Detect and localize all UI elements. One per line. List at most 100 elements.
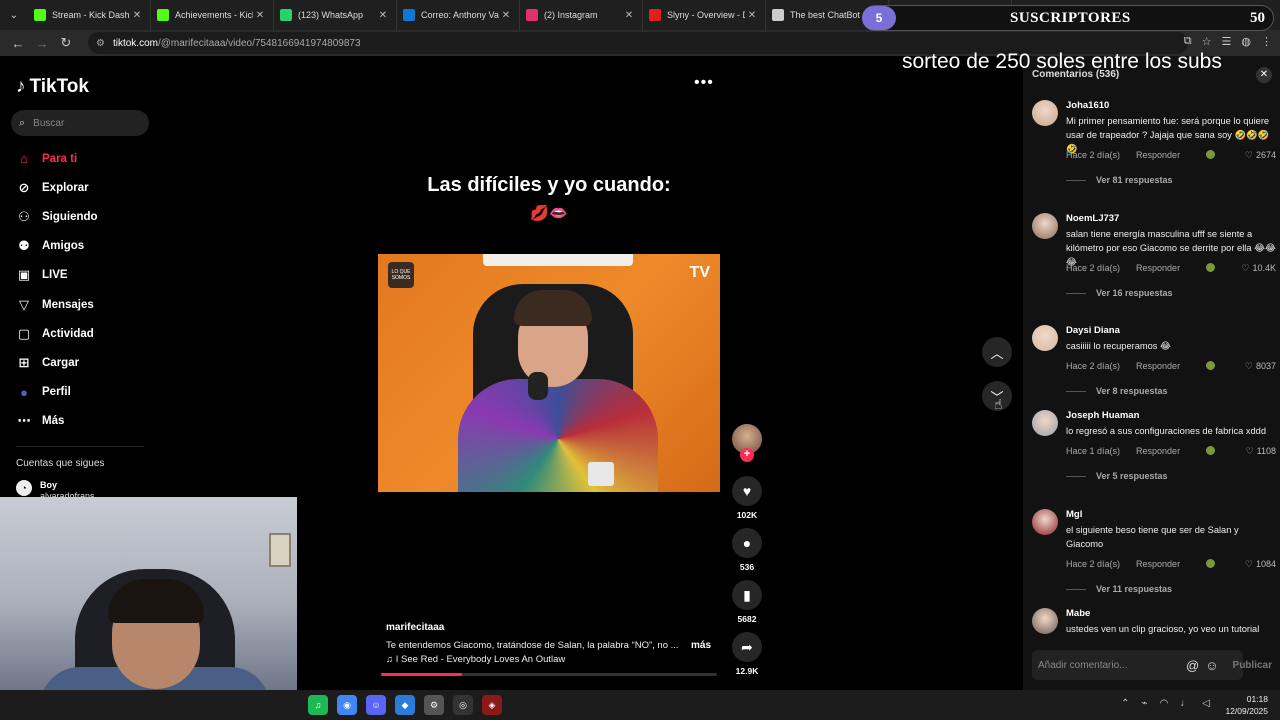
- reload-icon[interactable]: ↻: [54, 35, 78, 51]
- tab-close-icon[interactable]: ✕: [376, 10, 390, 21]
- browser-tab[interactable]: (2) Instagram ✕: [520, 0, 643, 30]
- video-player[interactable]: LO QUE SOMOS TV: [378, 254, 720, 492]
- browser-tab[interactable]: (123) WhatsApp ✕: [274, 0, 397, 30]
- comment-like[interactable]: ♡ 1084: [1245, 559, 1276, 570]
- browser-tab[interactable]: Achievements - Kick ✕: [151, 0, 274, 30]
- view-replies-button[interactable]: Ver 8 respuestas: [1066, 386, 1168, 396]
- spotify-icon[interactable]: ♫: [308, 695, 328, 715]
- comment-like-count: 2674: [1255, 150, 1276, 160]
- tab-title: Stream - Kick Dashbo: [52, 10, 130, 20]
- comment-like[interactable]: ♡ 10.4K: [1241, 263, 1276, 274]
- wifi-icon[interactable]: ◠: [1160, 698, 1169, 709]
- browser-menu-icon[interactable]: ⋮: [1261, 35, 1272, 48]
- video-progress-bar[interactable]: [381, 673, 717, 676]
- comment-like[interactable]: ♡ 1108: [1246, 446, 1276, 457]
- view-replies-button[interactable]: Ver 11 respuestas: [1066, 584, 1172, 594]
- commenter-avatar[interactable]: [1032, 100, 1058, 126]
- tray-chevron-icon[interactable]: ⌃: [1121, 698, 1129, 709]
- video-music[interactable]: ♫ I See Red - Everybody Loves An Outlaw: [386, 654, 565, 665]
- commenter-avatar[interactable]: [1032, 325, 1058, 351]
- comment-username[interactable]: Mgl: [1066, 509, 1082, 520]
- follow-plus-icon[interactable]: +: [740, 448, 754, 462]
- comment-username[interactable]: Joha1610: [1066, 100, 1109, 111]
- sidebar-divider: [16, 446, 144, 447]
- close-comments-icon[interactable]: ✕: [1256, 67, 1272, 83]
- sidebar-item-mensajes[interactable]: ▽ Mensajes: [16, 290, 98, 319]
- reply-button[interactable]: Responder: [1136, 559, 1180, 569]
- mention-icon[interactable]: @: [1186, 658, 1199, 673]
- search-input[interactable]: [33, 117, 134, 129]
- reply-button[interactable]: Responder: [1136, 263, 1180, 273]
- description-more-link[interactable]: más: [691, 640, 711, 651]
- tab-search-icon[interactable]: ⌄: [0, 0, 28, 30]
- comment-username[interactable]: Joseph Huaman: [1066, 410, 1139, 421]
- previous-video-button[interactable]: ︿: [982, 337, 1012, 367]
- profile-avatar-icon[interactable]: ◍: [1241, 35, 1251, 48]
- comment-action[interactable]: ● 536: [732, 528, 762, 572]
- game-icon[interactable]: ◈: [482, 695, 502, 715]
- sidebar-nav: ⌂ Para ti ⊘ Explorar ⚇ Siguiendo ⚉ Amigos ▣ LIVE ▽…: [16, 144, 98, 436]
- video-author[interactable]: marifecitaaa: [386, 622, 444, 633]
- browser-tab[interactable]: Correo: Anthony Vale ✕: [397, 0, 520, 30]
- install-icon[interactable]: ⧉: [1184, 35, 1192, 48]
- add-comment-input[interactable]: [1038, 659, 1178, 671]
- taskbar-clock[interactable]: 01:18 12/09/2025: [1225, 693, 1268, 717]
- comment-username[interactable]: Daysi Diana: [1066, 325, 1120, 336]
- sidebar-item-siguiendo[interactable]: ⚇ Siguiendo: [16, 202, 97, 231]
- reply-button[interactable]: Responder: [1136, 361, 1180, 371]
- tab-close-icon[interactable]: ✕: [622, 10, 636, 21]
- browser-tab[interactable]: Slyny - Overview - D ✕: [643, 0, 766, 30]
- sidebar-item-actividad[interactable]: ▢ Actividad: [16, 319, 98, 348]
- creator-liked-icon: [1206, 361, 1215, 370]
- sidebar-item-perfil[interactable]: ● Perfil: [16, 378, 98, 407]
- video-watermark: LO QUE SOMOS: [388, 262, 414, 288]
- emoji-icon[interactable]: ☺: [1205, 658, 1218, 673]
- commenter-avatar[interactable]: [1032, 410, 1058, 436]
- forward-icon[interactable]: →: [30, 36, 54, 51]
- post-comment-button[interactable]: Publicar: [1233, 660, 1272, 671]
- commenter-avatar[interactable]: [1032, 213, 1058, 239]
- share-action[interactable]: ➦ 12.9K: [732, 632, 762, 676]
- view-replies-button[interactable]: Ver 81 respuestas: [1066, 175, 1173, 185]
- tiktok-logo[interactable]: ♪ TikTok: [16, 76, 89, 98]
- comment-username[interactable]: NoemLJ737: [1066, 213, 1119, 224]
- sidebar-item-más[interactable]: ⋯ Más: [16, 407, 98, 436]
- commenter-avatar[interactable]: [1032, 608, 1058, 634]
- sidebar-item-amigos[interactable]: ⚉ Amigos: [16, 232, 98, 261]
- sidebar-item-cargar[interactable]: ⊞ Cargar: [16, 348, 98, 377]
- sidebar-item-live[interactable]: ▣ LIVE: [16, 261, 98, 290]
- tab-close-icon[interactable]: ✕: [130, 10, 144, 21]
- app-icon[interactable]: ◆: [395, 695, 415, 715]
- obs-icon[interactable]: ◎: [453, 695, 473, 715]
- reply-button[interactable]: Responder: [1136, 446, 1180, 456]
- back-icon[interactable]: ←: [6, 36, 30, 51]
- browser-tab[interactable]: Stream - Kick Dashbo✕: [28, 0, 151, 30]
- bookmark-star-icon[interactable]: ☆: [1202, 35, 1212, 48]
- sidebar-item-para-ti[interactable]: ⌂ Para ti: [16, 144, 98, 173]
- tab-close-icon[interactable]: ✕: [499, 10, 513, 21]
- video-more-options-icon[interactable]: •••: [694, 74, 714, 92]
- tab-close-icon[interactable]: ✕: [745, 10, 759, 21]
- comment-like[interactable]: ♡ 8037: [1245, 361, 1276, 372]
- network-icon[interactable]: ⌁: [1142, 698, 1148, 709]
- search-box[interactable]: ⌕: [11, 110, 149, 136]
- commenter-avatar[interactable]: [1032, 509, 1058, 535]
- view-replies-button[interactable]: Ver 16 respuestas: [1066, 288, 1173, 298]
- add-comment-box[interactable]: @ ☺: [1032, 650, 1243, 680]
- chrome-icon[interactable]: ◉: [337, 695, 357, 715]
- volume-icon[interactable]: ◁: [1202, 698, 1210, 709]
- sub-goal-count: 50: [1250, 9, 1265, 26]
- tab-close-icon[interactable]: ✕: [253, 10, 267, 21]
- discord-icon[interactable]: ☺: [366, 695, 386, 715]
- sidebar-item-explorar[interactable]: ⊘ Explorar: [16, 173, 98, 202]
- save-action[interactable]: ▮ 5682: [732, 580, 762, 624]
- view-replies-button[interactable]: Ver 5 respuestas: [1066, 471, 1168, 481]
- reply-button[interactable]: Responder: [1136, 150, 1180, 160]
- site-info-icon[interactable]: ⚙: [96, 38, 105, 49]
- reading-list-icon[interactable]: ☰: [1222, 35, 1232, 48]
- comment-like[interactable]: ♡ 2674: [1245, 150, 1276, 161]
- settings-icon[interactable]: ⚙: [424, 695, 444, 715]
- comment-username[interactable]: Mabe: [1066, 608, 1090, 619]
- microphone-icon[interactable]: ♩: [1180, 698, 1190, 709]
- like-action[interactable]: ♥ 102K: [732, 476, 762, 520]
